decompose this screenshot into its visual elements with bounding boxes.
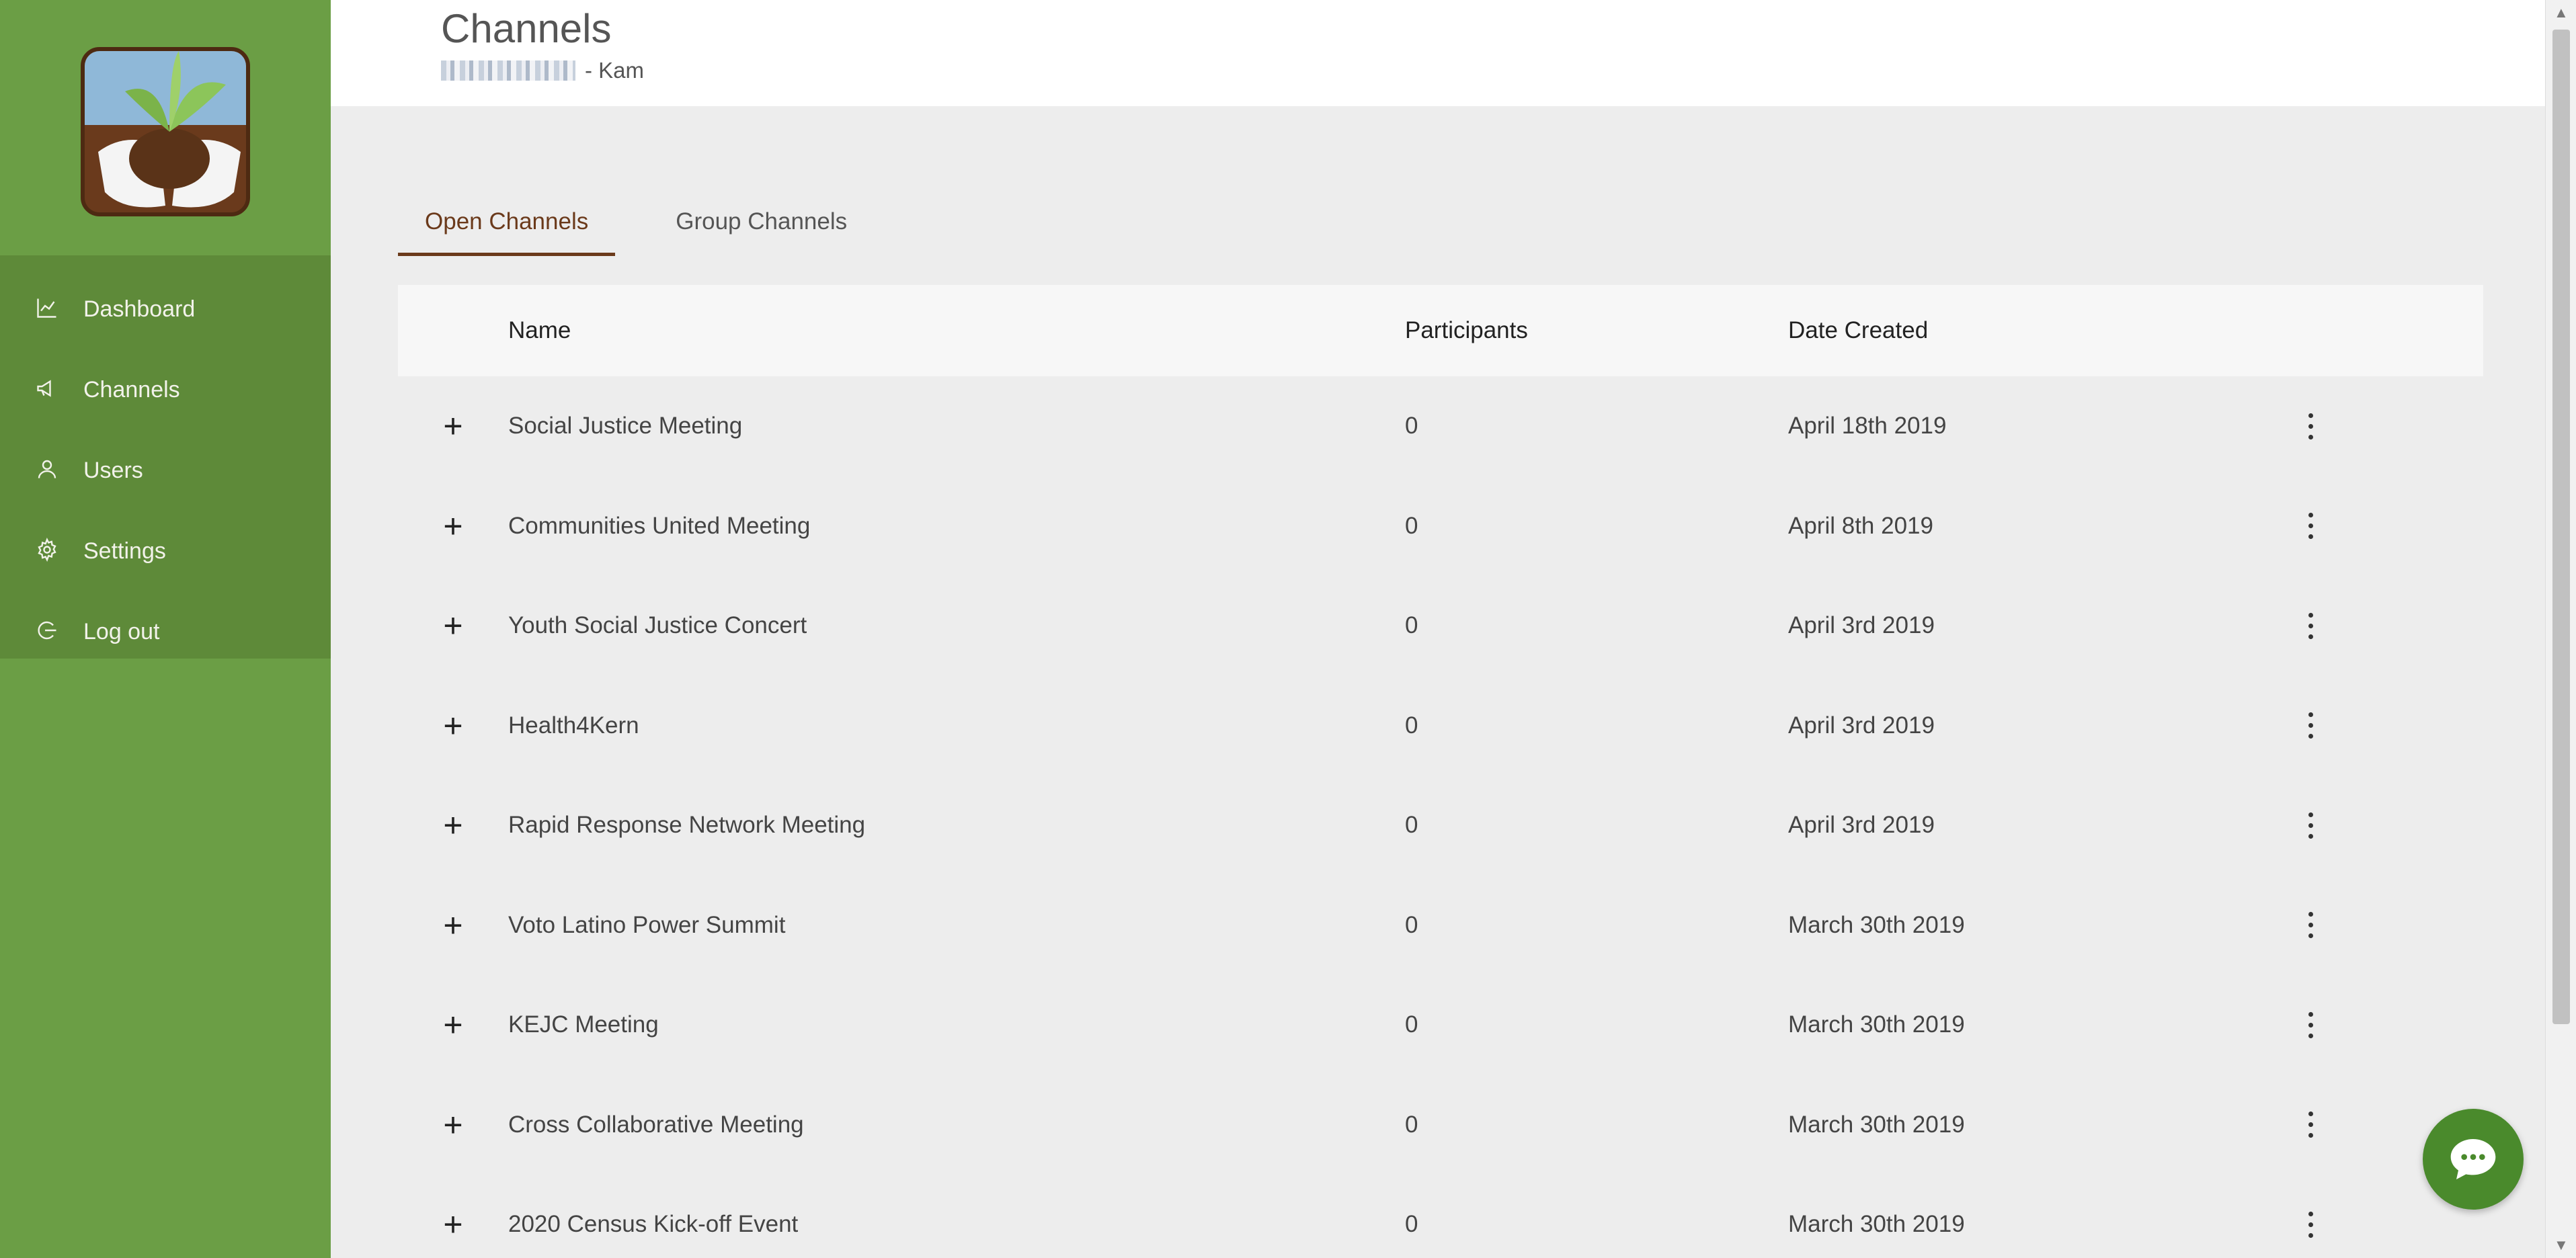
page-header: Channels - Kam: [331, 0, 2545, 106]
column-header-name[interactable]: Name: [508, 317, 1405, 344]
tab-open-channels[interactable]: Open Channels: [398, 202, 616, 256]
table-row: + Youth Social Justice Concert 0 April 3…: [398, 576, 2483, 676]
subtitle-text: - Kam: [585, 58, 645, 83]
channel-participants: 0: [1405, 1011, 1418, 1038]
sidebar-item-logout[interactable]: Log out: [0, 591, 331, 672]
channel-name: Cross Collaborative Meeting: [508, 1111, 804, 1138]
table-row: + Voto Latino Power Summit 0 March 30th …: [398, 876, 2483, 976]
sidebar-nav: Dashboard Channels Users Settings Log ou…: [0, 255, 331, 659]
more-options-icon[interactable]: [2299, 708, 2323, 743]
channel-name: KEJC Meeting: [508, 1011, 659, 1038]
sidebar-item-dashboard[interactable]: Dashboard: [0, 269, 331, 349]
channel-participants: 0: [1405, 911, 1418, 938]
table-row: + KEJC Meeting 0 March 30th 2019: [398, 975, 2483, 1075]
channel-participants: 0: [1405, 712, 1418, 739]
column-header-date-created[interactable]: Date Created: [1788, 317, 2299, 344]
channel-participants: 0: [1405, 1211, 1418, 1238]
expand-plus-icon[interactable]: +: [443, 609, 462, 642]
logo-area: [0, 0, 331, 255]
channel-date: April 3rd 2019: [1788, 712, 1935, 739]
table-row: + Rapid Response Network Meeting 0 April…: [398, 775, 2483, 876]
expand-plus-icon[interactable]: +: [443, 1208, 462, 1241]
page-title: Channels: [441, 6, 612, 51]
channel-participants: 0: [1405, 812, 1418, 839]
more-options-icon[interactable]: [2299, 409, 2323, 444]
channel-name: Voto Latino Power Summit: [508, 911, 786, 938]
channel-date: April 3rd 2019: [1788, 812, 1935, 839]
tab-group-channels[interactable]: Group Channels: [649, 202, 874, 256]
gear-icon: [35, 538, 62, 564]
sidebar-item-label: Dashboard: [83, 296, 196, 322]
channel-participants: 0: [1405, 512, 1418, 539]
sidebar-item-channels[interactable]: Channels: [0, 349, 331, 430]
chat-bubble-icon: [2450, 1139, 2496, 1179]
channel-tabs: Open Channels Group Channels: [398, 202, 874, 256]
channel-date: April 3rd 2019: [1788, 612, 1935, 639]
table-row: + Cross Collaborative Meeting 0 March 30…: [398, 1075, 2483, 1175]
table-row: + Social Justice Meeting 0 April 18th 20…: [398, 376, 2483, 476]
channel-date: April 8th 2019: [1788, 512, 1933, 539]
column-header-participants[interactable]: Participants: [1405, 317, 1788, 344]
more-options-icon[interactable]: [2299, 1008, 2323, 1042]
more-options-icon[interactable]: [2299, 1107, 2323, 1142]
megaphone-icon: [35, 376, 62, 403]
user-icon: [35, 457, 62, 484]
channel-name: Youth Social Justice Concert: [508, 612, 807, 639]
scroll-thumb[interactable]: [2552, 30, 2570, 1024]
page-subtitle: - Kam: [441, 58, 644, 83]
channel-name: Social Justice Meeting: [508, 413, 743, 439]
sidebar: Dashboard Channels Users Settings Log ou…: [0, 0, 331, 1258]
app-logo[interactable]: [81, 47, 250, 216]
channel-date: March 30th 2019: [1788, 911, 1965, 938]
more-options-icon[interactable]: [2299, 808, 2323, 843]
expand-plus-icon[interactable]: +: [443, 909, 462, 942]
more-options-icon[interactable]: [2299, 509, 2323, 543]
expand-plus-icon[interactable]: +: [443, 1008, 462, 1042]
redacted-org-name: [441, 60, 575, 81]
table-row: + Health4Kern 0 April 3rd 2019: [398, 676, 2483, 776]
expand-plus-icon[interactable]: +: [443, 709, 462, 743]
table-row: + 2020 Census Kick-off Event 0 March 30t…: [398, 1175, 2483, 1258]
channel-participants: 0: [1405, 1111, 1418, 1138]
sidebar-item-label: Users: [83, 457, 143, 483]
sidebar-item-settings[interactable]: Settings: [0, 511, 331, 591]
scroll-down-icon[interactable]: ▼: [2554, 1236, 2569, 1254]
channel-name: Health4Kern: [508, 712, 639, 739]
line-chart-icon: [35, 296, 62, 323]
expand-plus-icon[interactable]: +: [443, 509, 462, 543]
channel-date: March 30th 2019: [1788, 1111, 1965, 1138]
logout-icon: [35, 618, 62, 645]
expand-plus-icon[interactable]: +: [443, 1108, 462, 1142]
more-options-icon[interactable]: [2299, 908, 2323, 942]
channel-name: Communities United Meeting: [508, 512, 811, 539]
table-header: Name Participants Date Created: [398, 285, 2483, 376]
channel-participants: 0: [1405, 413, 1418, 439]
sidebar-item-label: Log out: [83, 618, 160, 644]
page-scrollbar[interactable]: ▲ ▼: [2545, 0, 2576, 1258]
channels-table: Name Participants Date Created + Social …: [398, 285, 2483, 1258]
sidebar-item-users[interactable]: Users: [0, 430, 331, 511]
more-options-icon[interactable]: [2299, 609, 2323, 643]
expand-plus-icon[interactable]: +: [443, 409, 462, 443]
channel-name: Rapid Response Network Meeting: [508, 812, 866, 839]
scroll-up-icon[interactable]: ▲: [2554, 4, 2569, 22]
chat-button[interactable]: [2423, 1109, 2524, 1210]
channel-participants: 0: [1405, 612, 1418, 639]
expand-plus-icon[interactable]: +: [443, 808, 462, 842]
channel-name: 2020 Census Kick-off Event: [508, 1211, 799, 1238]
channel-date: March 30th 2019: [1788, 1211, 1965, 1238]
more-options-icon[interactable]: [2299, 1208, 2323, 1242]
channel-date: March 30th 2019: [1788, 1011, 1965, 1038]
sidebar-item-label: Settings: [83, 538, 166, 564]
channel-date: April 18th 2019: [1788, 413, 1947, 439]
table-row: + Communities United Meeting 0 April 8th…: [398, 476, 2483, 577]
sidebar-item-label: Channels: [83, 376, 180, 403]
